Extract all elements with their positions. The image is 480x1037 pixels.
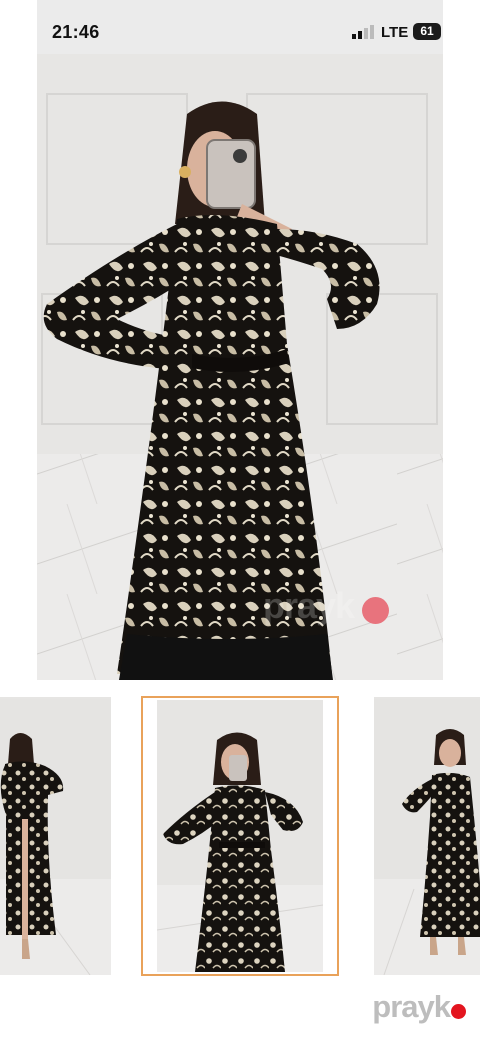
battery-icon: 61 <box>413 23 441 40</box>
network-label: LTE <box>381 24 409 41</box>
thumbnail-2[interactable] <box>141 696 339 976</box>
thumbnail-photo <box>374 699 480 975</box>
product-photo <box>37 54 443 680</box>
photo-watermark: prayk <box>263 585 355 626</box>
main-photo-frame: 21:46 LTE 61 prayk <box>0 0 480 680</box>
watermark-dot <box>362 597 389 624</box>
logo-dot <box>451 1003 466 1019</box>
status-bar: 21:46 LTE 61 <box>37 0 443 54</box>
thumbnail-photo <box>0 699 111 975</box>
brand-logo: prayk <box>372 989 466 1024</box>
thumbnail-photo <box>157 700 323 972</box>
signal-icon <box>352 25 374 39</box>
status-time: 21:46 <box>52 22 100 42</box>
product-image[interactable]: 21:46 LTE 61 prayk <box>37 0 443 680</box>
thumbnail-3[interactable] <box>358 697 480 975</box>
thumbnail-1[interactable] <box>0 697 120 975</box>
thumbnail-strip <box>0 696 480 977</box>
logo-text: prayk <box>372 989 451 1024</box>
